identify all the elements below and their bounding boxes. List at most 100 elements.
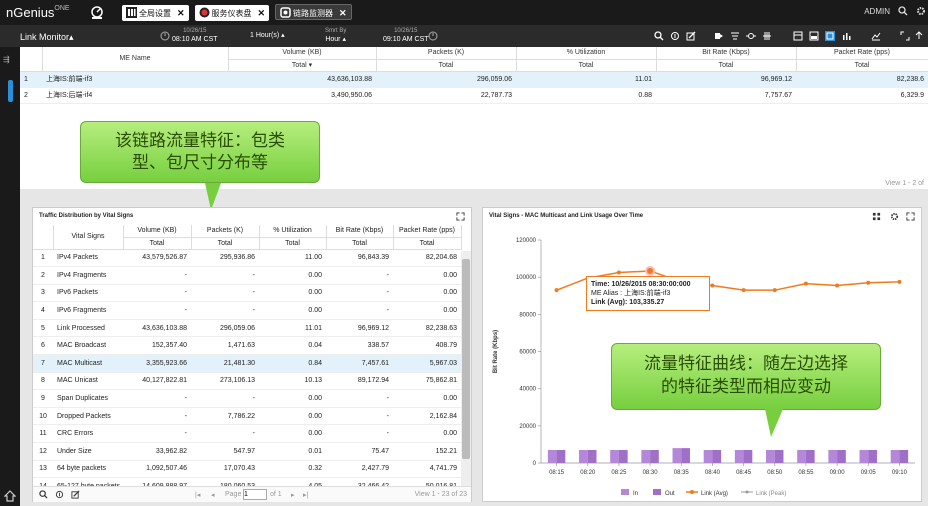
edit-icon[interactable] bbox=[686, 31, 696, 41]
table-row[interactable]: 7 MAC Multicast 3,355,923.66 21,481.30 0.84 7… bbox=[33, 354, 461, 373]
table-row[interactable]: 1 上海IS:前端-if3 43,636,103.88 296,059.06 1… bbox=[20, 71, 928, 88]
search-icon[interactable] bbox=[654, 31, 664, 41]
subheader-total[interactable]: Total bbox=[393, 237, 462, 250]
home-icon[interactable] bbox=[4, 490, 16, 502]
table-row[interactable]: 10 Dropped Packets -7,786.22 0.00-2,162.84 bbox=[33, 407, 461, 426]
utilization-header[interactable]: % Utilization bbox=[259, 225, 327, 238]
next-time-icon[interactable] bbox=[428, 31, 438, 41]
columns-icon[interactable] bbox=[762, 31, 772, 41]
vital-sign-name[interactable]: CRC Errors bbox=[53, 424, 123, 444]
volume-header[interactable]: Volume (KB) bbox=[123, 225, 192, 238]
close-icon[interactable]: ✕ bbox=[339, 8, 347, 18]
packetrate-header[interactable]: Packet Rate (pps) bbox=[796, 47, 928, 60]
table-row[interactable]: 12 Under Size 33,962.82 547.97 0.01 75.47 152.… bbox=[33, 442, 461, 461]
close-icon[interactable]: ✕ bbox=[177, 8, 185, 18]
expand-icon[interactable] bbox=[456, 212, 465, 221]
vital-signs-header[interactable]: Vital Signs bbox=[53, 225, 124, 250]
page-input[interactable] bbox=[243, 489, 267, 500]
table-row[interactable]: 2 IPv4 Fragments - -0.00-0.00 bbox=[33, 266, 461, 285]
table-row[interactable]: 11 CRC Errors - -0.00-0.00 bbox=[33, 424, 461, 444]
expand-icon[interactable] bbox=[900, 31, 910, 41]
gear-icon[interactable] bbox=[916, 6, 926, 16]
end-time[interactable]: 10/26/15 09:10 AM CST bbox=[383, 27, 429, 44]
table-row[interactable]: 6 MAC Broadcast 152,357.40 1,471.63 0.04 338.… bbox=[33, 336, 461, 356]
toggle-icon[interactable] bbox=[746, 31, 756, 41]
vital-sign-name[interactable]: Dropped Packets bbox=[53, 407, 123, 426]
table-row[interactable]: 8 MAC Unicast 40,127,822.81 273,106.13 10.13… bbox=[33, 372, 461, 391]
table-row[interactable]: 13 64 byte packets 1,092,507.46 17,070.43 0.… bbox=[33, 460, 461, 479]
vital-sign-name[interactable]: Span Duplicates bbox=[53, 389, 123, 408]
me-name[interactable]: 上海IS:后端-if4 bbox=[42, 87, 228, 104]
upload-icon[interactable] bbox=[914, 31, 924, 41]
rail-selection-indicator[interactable] bbox=[8, 80, 13, 102]
tab-global-settings[interactable]: 全局设置 ✕ bbox=[122, 5, 189, 21]
start-time[interactable]: 10/26/15 08:10 AM CST bbox=[172, 27, 218, 44]
packets-header[interactable]: Packets (K) bbox=[191, 225, 260, 238]
dashboard-icon[interactable] bbox=[90, 5, 110, 20]
next-page-icon[interactable]: ▸ bbox=[291, 491, 295, 499]
vital-sign-name[interactable]: Under Size bbox=[53, 442, 123, 461]
tab-service-dashboard[interactable]: 服务仪表盘 ✕ bbox=[194, 5, 270, 21]
subheader-total[interactable]: Total bbox=[123, 237, 192, 250]
vital-sign-name[interactable]: MAC Broadcast bbox=[53, 336, 123, 356]
bar-chart-icon[interactable] bbox=[841, 31, 851, 41]
scrollbar[interactable] bbox=[461, 251, 471, 487]
table-view-icon[interactable] bbox=[793, 31, 803, 41]
search-icon[interactable] bbox=[39, 490, 48, 499]
vital-sign-name[interactable]: MAC Unicast bbox=[53, 372, 123, 391]
vital-sign-name[interactable]: Link Processed bbox=[53, 319, 123, 338]
line-chart-icon[interactable] bbox=[871, 31, 881, 41]
admin-menu[interactable]: ADMIN bbox=[864, 7, 890, 16]
prev-page-icon[interactable]: ◂ bbox=[211, 491, 215, 499]
cell-value: 10.13 bbox=[259, 372, 326, 391]
bitrate-header[interactable]: Bit Rate (Kbps) bbox=[326, 225, 394, 238]
me-name[interactable]: 上海IS:前端-if3 bbox=[42, 71, 228, 88]
vital-sign-name[interactable]: 64 byte packets bbox=[53, 460, 123, 479]
subheader-total[interactable]: Total bbox=[796, 59, 928, 72]
volume-header[interactable]: Volume (KB) bbox=[228, 47, 377, 60]
utilization-header[interactable]: % Utilization bbox=[516, 47, 657, 60]
table-row[interactable]: 1 IPv4 Packets 43,579,526.87 295,936.86 11.0… bbox=[33, 249, 461, 268]
table-row[interactable]: 5 Link Processed 43,636,103.88 296,059.06 11… bbox=[33, 319, 461, 338]
link-monitor-title[interactable]: Link Monitor▴ bbox=[20, 32, 74, 43]
subheader-total[interactable]: Total bbox=[326, 237, 394, 250]
last-page-icon[interactable]: ▸| bbox=[303, 491, 308, 499]
drill-icon[interactable] bbox=[55, 490, 64, 499]
vital-sign-name[interactable]: MAC Multicast bbox=[53, 354, 123, 373]
table-row[interactable]: 2 上海IS:后端-if4 3,490,950.06 22,787.73 0.8… bbox=[20, 87, 928, 104]
filter-icon[interactable] bbox=[730, 31, 740, 41]
subheader-total[interactable]: Total bbox=[259, 237, 327, 250]
edit-icon[interactable] bbox=[71, 490, 80, 499]
packetrate-header[interactable]: Packet Rate (pps) bbox=[393, 225, 462, 238]
smart-by-select[interactable]: Smrt By Hour ▴ bbox=[325, 27, 346, 44]
subheader-total[interactable]: Total bbox=[376, 59, 517, 72]
first-page-icon[interactable]: |◂ bbox=[195, 491, 200, 499]
interval-select[interactable]: 1 Hour(s) ▴ bbox=[250, 31, 285, 40]
vital-sign-name[interactable]: IPv6 Fragments bbox=[53, 301, 123, 320]
brand-logo[interactable]: nGeniusONE bbox=[6, 5, 70, 20]
me-name-header[interactable]: ME Name bbox=[42, 47, 229, 72]
table-row[interactable]: 3 IPv6 Packets - -0.00-0.00 bbox=[33, 284, 461, 303]
drill-icon[interactable] bbox=[670, 31, 680, 41]
scrollbar-thumb[interactable] bbox=[462, 259, 470, 459]
close-icon[interactable]: ✕ bbox=[258, 8, 266, 18]
bitrate-header[interactable]: Bit Rate (Kbps) bbox=[656, 47, 797, 60]
tab-link-monitor[interactable]: 链路监测器 ✕ bbox=[275, 4, 352, 20]
export-icon[interactable] bbox=[714, 31, 724, 41]
subheader-total[interactable]: Total bbox=[656, 59, 797, 72]
chart-view-icon[interactable] bbox=[825, 31, 835, 41]
search-icon[interactable] bbox=[898, 6, 908, 16]
split-view-icon[interactable] bbox=[809, 31, 819, 41]
subheader-total[interactable]: Total bbox=[516, 59, 657, 72]
table-row[interactable]: 9 Span Duplicates - -0.00-0.00 bbox=[33, 389, 461, 408]
vital-sign-name[interactable]: IPv6 Packets bbox=[53, 284, 123, 303]
packets-header[interactable]: Packets (K) bbox=[376, 47, 517, 60]
prev-time-icon[interactable] bbox=[160, 31, 170, 41]
x-tick-label: 09:10 bbox=[892, 470, 908, 476]
vital-sign-name[interactable]: IPv4 Packets bbox=[53, 249, 123, 268]
table-row[interactable]: 4 IPv6 Fragments - -0.00-0.00 bbox=[33, 301, 461, 320]
subheader-total[interactable]: Total ▾ bbox=[228, 59, 377, 72]
vital-sign-name[interactable]: IPv4 Fragments bbox=[53, 266, 123, 285]
expand-arrow-icon[interactable]: ⇶ bbox=[3, 55, 10, 64]
subheader-total[interactable]: Total bbox=[191, 237, 260, 250]
